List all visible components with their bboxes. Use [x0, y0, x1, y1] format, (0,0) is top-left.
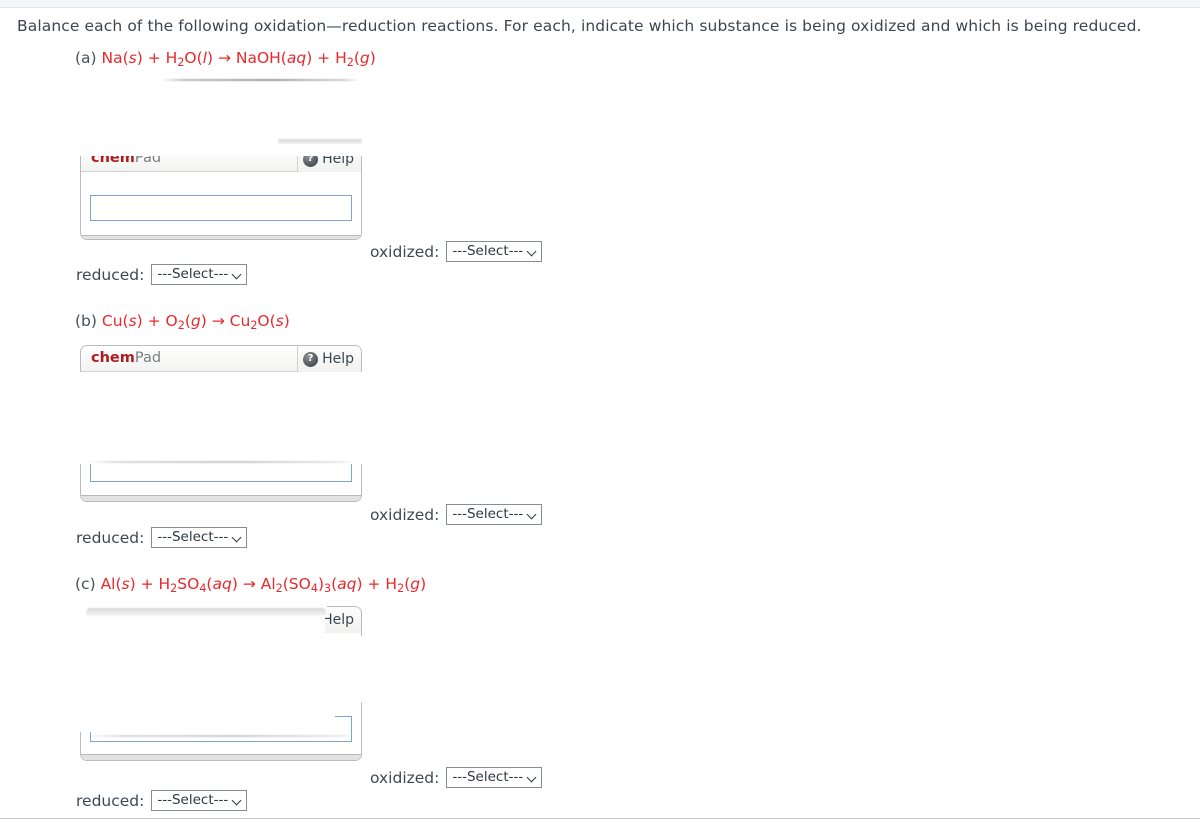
widget-b-ghost-input-edge [86, 461, 356, 463]
chempad-footer-b [81, 495, 361, 501]
chevron-down-icon [528, 773, 537, 782]
chempad-brand-light-b: Pad [134, 350, 162, 366]
chempad-help-label-c: Help [322, 612, 354, 628]
oxidized-select-a[interactable]: ---Select--- [446, 241, 543, 262]
reduced-label-b: reduced: [76, 528, 145, 547]
question-mark-icon: ? [303, 351, 319, 367]
page-root: Balance each of the following oxidation—… [0, 0, 1200, 826]
part-label-b: (b) [75, 312, 97, 330]
question-prompt: Balance each of the following oxidation—… [17, 17, 1142, 35]
reduced-label-c: reduced: [76, 791, 145, 810]
equation-a: (a) Na(s) + H2O(l) → NaOH(aq) + H2(g) [75, 49, 376, 70]
chempad-body-a [81, 172, 361, 239]
chempad-help-label-b: Help [322, 351, 354, 367]
browser-top-strip [0, 0, 1200, 8]
oxidized-row-a: oxidized: ---Select--- [370, 241, 543, 262]
chevron-down-icon [528, 510, 537, 519]
chempad-footer-a [81, 235, 361, 239]
part-label-c: (c) [75, 575, 96, 593]
oxidized-select-b[interactable]: ---Select--- [446, 504, 543, 525]
equation-b: (b) Cu(s) + O2(g) → Cu2O(s) [75, 312, 290, 333]
chempad-widget-a[interactable]: chemPad ? Help [80, 145, 362, 240]
chevron-down-icon [233, 270, 242, 279]
widget-c-ghost-top-band [86, 608, 326, 617]
reduced-row-c: reduced: ---Select--- [76, 790, 248, 811]
widget-a-ghost-top-edge [160, 79, 360, 81]
part-label-a: (a) [75, 49, 97, 67]
reduced-select-value-c: ---Select--- [157, 791, 229, 808]
reduced-label-a: reduced: [76, 265, 145, 284]
oxidized-select-value-a: ---Select--- [452, 242, 524, 259]
reduced-select-c[interactable]: ---Select--- [151, 790, 248, 811]
widget-b-render-mask [79, 372, 363, 464]
chempad-brand-b: chemPad [91, 350, 161, 366]
widget-c-ghost-footer-edge [86, 735, 358, 737]
equation-b-formula: Cu(s) + O2(g) → Cu2O(s) [101, 312, 290, 333]
chempad-footer-c [81, 754, 361, 760]
chempad-brand-bold-b: chem [91, 350, 135, 366]
equation-c-formula: Al(s) + H2SO4(aq) → Al2(SO4)3(aq) + H2(g… [100, 575, 427, 596]
chempad-header-b: chemPad ? Help [81, 346, 361, 372]
equation-c: (c) Al(s) + H2SO4(aq) → Al2(SO4)3(aq) + … [75, 575, 427, 596]
reduced-row-b: reduced: ---Select--- [76, 527, 248, 548]
equation-a-formula: Na(s) + H2O(l) → NaOH(aq) + H2(g) [101, 49, 376, 70]
oxidized-row-b: oxidized: ---Select--- [370, 504, 543, 525]
oxidized-label-c: oxidized: [370, 768, 440, 787]
chevron-down-icon [528, 247, 537, 256]
chempad-help-button-b[interactable]: ? Help [297, 346, 361, 372]
reduced-select-a[interactable]: ---Select--- [151, 264, 248, 285]
reduced-select-value-a: ---Select--- [157, 265, 229, 282]
widget-c-mask-input-left [79, 700, 335, 732]
chempad-answer-input-a[interactable] [90, 195, 352, 221]
widget-c-mask-body [79, 636, 363, 702]
widget-a-render-mask [79, 144, 363, 156]
reduced-row-a: reduced: ---Select--- [76, 264, 248, 285]
oxidized-select-value-b: ---Select--- [452, 505, 524, 522]
oxidized-label-b: oxidized: [370, 505, 440, 524]
oxidized-select-c[interactable]: ---Select--- [446, 767, 543, 788]
chevron-down-icon [233, 796, 242, 805]
chevron-down-icon [233, 533, 242, 542]
reduced-select-value-b: ---Select--- [157, 528, 229, 545]
oxidized-select-value-c: ---Select--- [452, 768, 524, 785]
reduced-select-b[interactable]: ---Select--- [151, 527, 248, 548]
oxidized-row-c: oxidized: ---Select--- [370, 767, 543, 788]
page-bottom-divider [0, 818, 1200, 819]
oxidized-label-a: oxidized: [370, 242, 440, 261]
